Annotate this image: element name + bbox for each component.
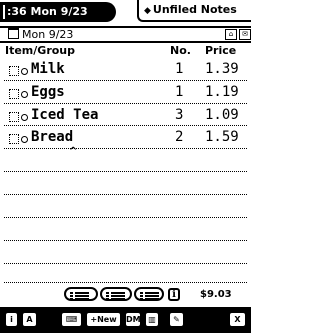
ruled-line xyxy=(4,148,247,149)
styles-button[interactable]: A xyxy=(21,311,38,328)
status-bar: :36 Mon 9/23 ◆ Unfiled Notes xyxy=(0,0,251,28)
keyboard-icon[interactable]: ⌨ xyxy=(60,311,83,328)
ruled-line xyxy=(4,240,247,241)
new-label: New xyxy=(97,315,117,324)
clock-date[interactable]: :36 Mon 9/23 xyxy=(0,2,116,22)
checkbox-icon[interactable] xyxy=(9,134,19,144)
ruled-line xyxy=(4,171,247,172)
bullet-icon xyxy=(21,114,28,121)
item-name: Bread xyxy=(31,129,74,145)
item-qty: 1 xyxy=(175,84,184,100)
item-price: 1.19 xyxy=(205,84,239,100)
folder-label: Unfiled Notes xyxy=(152,3,237,16)
info-icon[interactable]: i xyxy=(168,288,180,301)
ruled-line xyxy=(4,217,247,218)
ruled-line xyxy=(4,80,247,81)
date-text: Mon 9/23 xyxy=(22,28,74,41)
checkbox-icon[interactable] xyxy=(9,66,19,76)
ruled-line xyxy=(4,103,247,104)
bullet-icon xyxy=(21,91,28,98)
item-qty: 2 xyxy=(175,129,184,145)
list-item[interactable]: Iced Tea 3 1.09 xyxy=(0,107,251,130)
item-price: 1.59 xyxy=(205,129,239,145)
note-tools: ⌂ ✉ xyxy=(223,28,251,40)
close-button[interactable]: X xyxy=(228,311,247,328)
item-name: Eggs xyxy=(31,84,65,100)
list-view-icon[interactable] xyxy=(64,287,98,301)
ruled-line xyxy=(4,282,247,283)
info-button[interactable]: i xyxy=(4,311,19,328)
outline-view-icon[interactable] xyxy=(100,287,132,301)
total-amount: $9.03 xyxy=(200,289,232,300)
note-date: Mon 9/23 xyxy=(8,27,74,41)
ruled-line xyxy=(4,194,247,195)
bottom-toolbar: i A ⌨ +New DM ▥ ✎ X xyxy=(0,307,251,333)
dm-button[interactable]: DM xyxy=(124,311,142,328)
clock-text: :36 Mon 9/23 xyxy=(7,5,88,18)
item-name: Milk xyxy=(31,61,65,77)
item-name: Iced Tea xyxy=(31,107,99,123)
bullet-icon xyxy=(21,68,28,75)
calendar-icon xyxy=(8,27,19,39)
checkbox-icon[interactable] xyxy=(9,112,19,122)
routing-icon[interactable]: ✎ xyxy=(168,311,185,328)
ruled-line xyxy=(4,125,247,126)
item-qty: 3 xyxy=(175,107,184,123)
ruled-line xyxy=(4,263,247,264)
column-header-price: Price xyxy=(205,44,237,57)
folder-selector[interactable]: ◆ Unfiled Notes xyxy=(137,0,251,22)
envelope-icon[interactable]: ✉ xyxy=(239,29,251,40)
item-price: 1.09 xyxy=(205,107,239,123)
item-price: 1.39 xyxy=(205,61,239,77)
checkbox-icon[interactable] xyxy=(9,89,19,99)
folder-icon[interactable]: ⌂ xyxy=(225,29,237,40)
bullet-icon xyxy=(21,136,28,143)
book-icon[interactable]: ▥ xyxy=(144,311,160,328)
date-divider xyxy=(0,41,251,43)
diamond-icon: ◆ xyxy=(144,6,151,16)
item-qty: 1 xyxy=(175,61,184,77)
column-header-no: No. xyxy=(170,44,191,57)
new-button[interactable]: +New xyxy=(85,311,122,328)
column-header-item: Item/Group xyxy=(5,44,76,57)
group-view-icon[interactable] xyxy=(134,287,164,301)
